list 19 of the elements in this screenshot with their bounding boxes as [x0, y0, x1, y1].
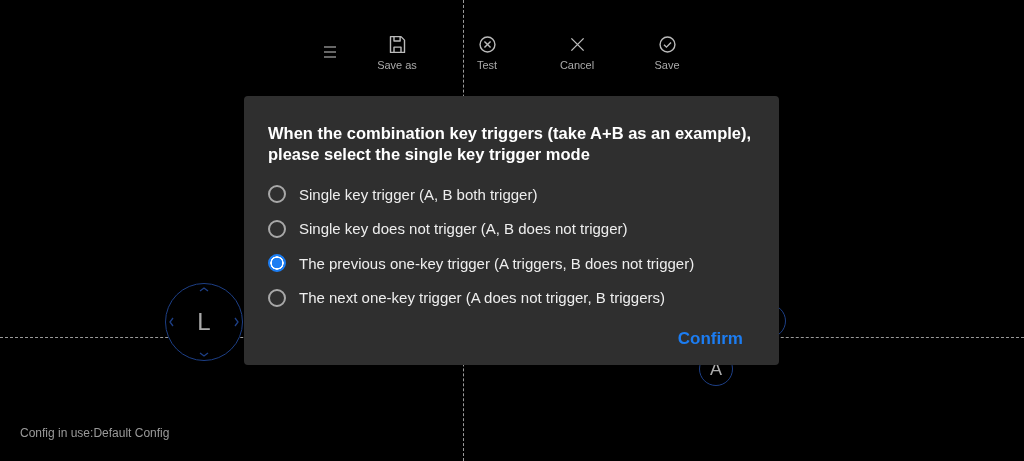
radio-button[interactable] — [268, 254, 286, 273]
key-label: L — [197, 308, 211, 336]
toolbar-button[interactable]: Test — [456, 34, 518, 71]
radio-option[interactable]: Single key does not trigger (A, B does not trigger) — [268, 211, 755, 246]
radio-button[interactable] — [268, 185, 286, 204]
check-circle-icon — [656, 34, 678, 55]
radio-option[interactable]: The previous one-key trigger (A triggers, B does not trigger) — [268, 246, 755, 281]
joystick[interactable]: L — [165, 283, 243, 361]
radio-option[interactable]: The next one-key trigger (A does not trigger, B triggers) — [268, 280, 755, 315]
radio-option[interactable]: Single key trigger (A, B both trigger) — [268, 177, 755, 212]
radio-button[interactable] — [268, 288, 286, 307]
config-status: Config in use:Default Config — [20, 426, 170, 440]
dialog-title: When the combination key triggers (take A+B as an example), please select the single key trigger mode — [268, 123, 753, 165]
toolbar-button[interactable]: Save as — [366, 34, 428, 71]
crossed-circle-icon — [476, 34, 498, 55]
menu-icon[interactable] — [322, 44, 338, 60]
toolbar-button[interactable]: Save — [636, 34, 698, 71]
radio-button[interactable] — [268, 219, 286, 238]
toolbar-button[interactable]: Cancel — [546, 34, 608, 71]
